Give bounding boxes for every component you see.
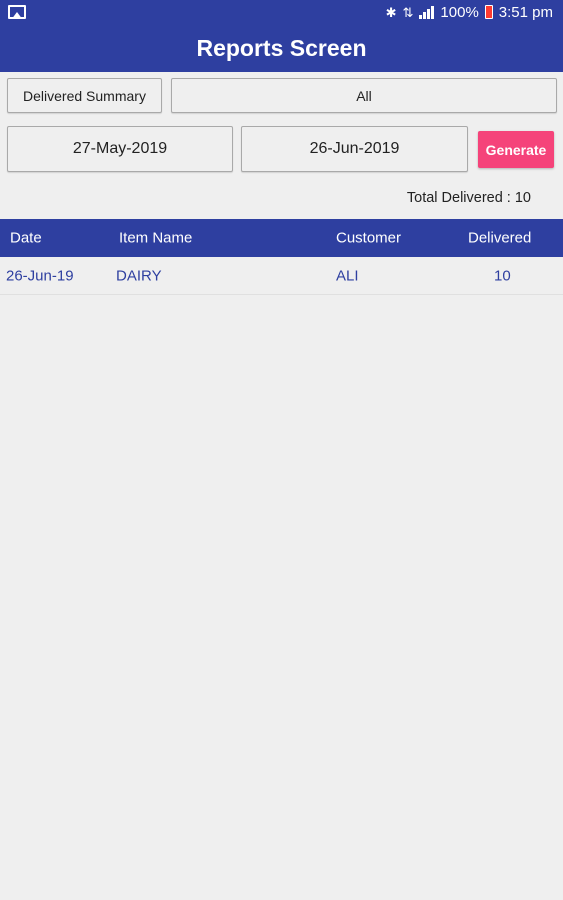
app-bar: Reports Screen [0, 24, 563, 72]
cell-customer: ALI [336, 267, 359, 285]
clock: 3:51 pm [498, 3, 553, 21]
report-type-button[interactable]: Delivered Summary [7, 78, 162, 113]
header-item-name: Item Name [119, 229, 193, 247]
to-date-button[interactable]: 26-Jun-2019 [241, 126, 468, 172]
header-delivered: Delivered [468, 229, 532, 247]
generate-button[interactable]: Generate [478, 131, 554, 168]
cell-delivered: 10 [494, 267, 511, 285]
header-customer: Customer [336, 229, 402, 247]
table-header: Date Item Name Customer Delivered [0, 219, 563, 257]
header-date: Date [10, 229, 42, 247]
page-title: Reports Screen [196, 34, 367, 61]
battery-percent: 100% [440, 3, 479, 21]
total-delivered-label: Total Delivered : 10 [406, 190, 531, 206]
table-row[interactable]: 26-Jun-19 DAIRY ALI 10 [0, 258, 563, 295]
battery-icon [484, 5, 493, 19]
signal-icon [419, 5, 435, 19]
cell-date: 26-Jun-19 [6, 267, 74, 285]
bluetooth-icon: ✱ [385, 4, 397, 20]
image-icon [8, 5, 26, 19]
cell-item-name: DAIRY [116, 267, 162, 285]
customer-filter-button[interactable]: All [171, 78, 557, 113]
data-transfer-icon: ⇅ [402, 4, 414, 20]
status-bar: ✱ ⇅ 100% 3:51 pm [0, 0, 563, 24]
from-date-button[interactable]: 27-May-2019 [7, 126, 233, 172]
